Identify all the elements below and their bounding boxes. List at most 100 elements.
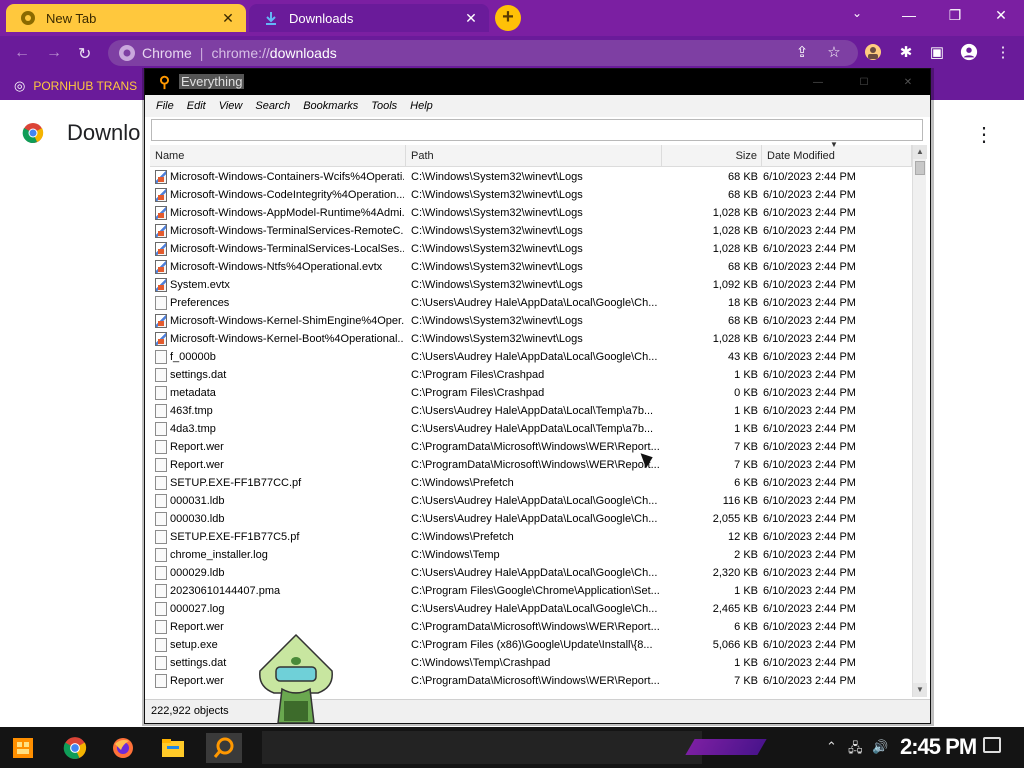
- table-row[interactable]: Microsoft-Windows-Ntfs%4Operational.evtx…: [150, 258, 912, 276]
- table-row[interactable]: SETUP.EXE-FF1B77CC.pf C:\Windows\Prefetch…: [150, 474, 912, 492]
- table-row[interactable]: 000029.ldb C:\Users\Audrey Hale\AppData\L…: [150, 564, 912, 582]
- menu-view[interactable]: View: [219, 100, 243, 112]
- menu-tools[interactable]: Tools: [371, 100, 397, 112]
- chrome-taskbar-icon[interactable]: [60, 733, 90, 763]
- extensions-icon[interactable]: ✱: [897, 43, 915, 61]
- network-icon[interactable]: 🖧: [848, 739, 863, 761]
- new-tab-button[interactable]: +: [495, 5, 521, 31]
- table-row[interactable]: Microsoft-Windows-Kernel-ShimEngine%4Ope…: [150, 312, 912, 330]
- menu-search[interactable]: Search: [255, 100, 290, 112]
- search-input[interactable]: [151, 119, 923, 141]
- side-panel-icon[interactable]: ▣: [928, 43, 946, 61]
- file-explorer-icon[interactable]: [158, 733, 188, 763]
- cell-path: C:\Windows\System32\winevt\Logs: [411, 207, 583, 219]
- cell-size: 68 KB: [728, 171, 758, 183]
- table-row[interactable]: Microsoft-Windows-Kernel-Boot%4Operation…: [150, 330, 912, 348]
- chrome-menu-icon[interactable]: ⋮: [994, 43, 1012, 61]
- table-row[interactable]: Report.wer C:\ProgramData\Microsoft\Windo…: [150, 438, 912, 456]
- menu-bookmarks[interactable]: Bookmarks: [303, 100, 358, 112]
- forward-icon[interactable]: →: [46, 44, 62, 62]
- table-row[interactable]: settings.dat C:\Program Files\Crashpad 1 K…: [150, 366, 912, 384]
- chevron-up-icon[interactable]: ⌃: [826, 739, 837, 755]
- table-row[interactable]: 463f.tmp C:\Users\Audrey Hale\AppData\Loc…: [150, 402, 912, 420]
- table-row[interactable]: chrome_installer.log C:\Windows\Temp 2 KB 6…: [150, 546, 912, 564]
- firefox-icon[interactable]: [108, 733, 138, 763]
- table-row[interactable]: Microsoft-Windows-TerminalServices-Local…: [150, 240, 912, 258]
- bookmark-item[interactable]: ◎ PORNHUB TRANS: [14, 78, 137, 94]
- start-icon[interactable]: [10, 735, 36, 761]
- everything-taskbar-icon[interactable]: [206, 733, 242, 763]
- table-row[interactable]: Report.wer C:\ProgramData\Microsoft\Windo…: [150, 456, 912, 474]
- table-row[interactable]: Microsoft-Windows-CodeIntegrity%4Operati…: [150, 186, 912, 204]
- window-titlebar[interactable]: ⚲ Everything — ☐ ✕: [145, 69, 930, 95]
- maximize-icon[interactable]: ☐: [841, 69, 887, 95]
- scroll-up-icon[interactable]: ▲: [913, 145, 927, 159]
- cell-date-modified: 6/10/2023 2:44 PM: [763, 405, 856, 417]
- menu-edit[interactable]: Edit: [187, 100, 206, 112]
- tab-new-tab[interactable]: New Tab ✕: [6, 4, 246, 32]
- scrollbar-thumb[interactable]: [915, 161, 925, 175]
- cell-name: 000030.ldb: [170, 513, 225, 525]
- column-header-path[interactable]: Path: [406, 145, 662, 167]
- table-row[interactable]: 000031.ldb C:\Users\Audrey Hale\AppData\L…: [150, 492, 912, 510]
- table-row[interactable]: Microsoft-Windows-AppModel-Runtime%4Admi…: [150, 204, 912, 222]
- table-row[interactable]: f_00000b C:\Users\Audrey Hale\AppData\Loc…: [150, 348, 912, 366]
- column-header-name[interactable]: Name: [150, 145, 406, 167]
- file-icon: [155, 476, 167, 490]
- profile-icon[interactable]: [960, 43, 978, 61]
- back-icon[interactable]: ←: [14, 44, 30, 62]
- cell-date-modified: 6/10/2023 2:44 PM: [763, 261, 856, 273]
- cell-path: C:\Program Files\Crashpad: [411, 369, 545, 381]
- share-icon[interactable]: ⇪: [793, 43, 811, 61]
- results-list: Microsoft-Windows-Containers-Wcifs%4Oper…: [150, 168, 912, 698]
- tab-search-icon[interactable]: ⌄: [852, 6, 862, 20]
- table-row[interactable]: System.evtx C:\Windows\System32\winevt\Lo…: [150, 276, 912, 294]
- chrome-logo-icon: [22, 123, 44, 143]
- menu-help[interactable]: Help: [410, 100, 433, 112]
- close-icon[interactable]: ✕: [885, 69, 931, 95]
- results-header: Name Path Size Date Modified ▼: [150, 140, 912, 167]
- taskbar-wallpaper-strip: [262, 731, 702, 764]
- table-row[interactable]: SETUP.EXE-FF1B77C5.pf C:\Windows\Prefetch…: [150, 528, 912, 546]
- table-row[interactable]: 4da3.tmp C:\Users\Audrey Hale\AppData\Loc…: [150, 420, 912, 438]
- file-icon: [155, 584, 167, 598]
- table-row[interactable]: 20230610144407.pma C:\Program Files\Googl…: [150, 582, 912, 600]
- reload-icon[interactable]: ↻: [78, 44, 91, 64]
- close-icon[interactable]: ✕: [218, 10, 238, 27]
- cell-name: Microsoft-Windows-Kernel-Boot%4Operation…: [170, 333, 404, 345]
- menu-file[interactable]: File: [156, 100, 174, 112]
- bookmark-star-icon[interactable]: ☆: [825, 43, 843, 61]
- file-icon: [155, 638, 167, 652]
- vertical-scrollbar[interactable]: ▲ ▼: [912, 145, 927, 697]
- cell-date-modified: 6/10/2023 2:44 PM: [763, 297, 856, 309]
- table-row[interactable]: 000027.log C:\Users\Audrey Hale\AppData\L…: [150, 600, 912, 618]
- close-window-icon[interactable]: ✕: [978, 0, 1024, 30]
- profile-avatar-icon[interactable]: [864, 43, 882, 61]
- table-row[interactable]: 000030.ldb C:\Users\Audrey Hale\AppData\L…: [150, 510, 912, 528]
- page-menu-icon[interactable]: ⋮: [974, 122, 994, 147]
- table-row[interactable]: metadata C:\Program Files\Crashpad 0 KB 6/1…: [150, 384, 912, 402]
- table-row[interactable]: Preferences C:\Users\Audrey Hale\AppData\…: [150, 294, 912, 312]
- system-clock[interactable]: 2:45 PM: [900, 734, 977, 760]
- table-row[interactable]: Microsoft-Windows-TerminalServices-Remot…: [150, 222, 912, 240]
- cell-date-modified: 6/10/2023 2:44 PM: [763, 603, 856, 615]
- restore-icon[interactable]: ❐: [932, 0, 978, 30]
- cell-name: SETUP.EXE-FF1B77CC.pf: [170, 477, 302, 489]
- scroll-down-icon[interactable]: ▼: [913, 683, 927, 697]
- minimize-icon[interactable]: —: [795, 69, 841, 95]
- column-header-size[interactable]: Size: [662, 145, 762, 167]
- cell-name: f_00000b: [170, 351, 216, 363]
- cell-size: 1,028 KB: [712, 333, 758, 345]
- cell-name: metadata: [170, 387, 216, 399]
- tab-downloads[interactable]: Downloads ✕: [249, 4, 489, 32]
- cell-size: 18 KB: [728, 297, 758, 309]
- notification-icon[interactable]: [983, 737, 1001, 753]
- minimize-icon[interactable]: —: [886, 0, 932, 30]
- cell-name: Microsoft-Windows-Containers-Wcifs%4Oper…: [170, 171, 404, 183]
- close-icon[interactable]: ✕: [461, 10, 481, 27]
- cell-path: C:\Users\Audrey Hale\AppData\Local\Temp\…: [411, 423, 654, 435]
- table-row[interactable]: Microsoft-Windows-Containers-Wcifs%4Oper…: [150, 168, 912, 186]
- cell-date-modified: 6/10/2023 2:44 PM: [763, 585, 856, 597]
- address-bar[interactable]: Chrome | chrome:// downloads: [108, 40, 858, 66]
- volume-icon[interactable]: 🔊: [872, 739, 888, 755]
